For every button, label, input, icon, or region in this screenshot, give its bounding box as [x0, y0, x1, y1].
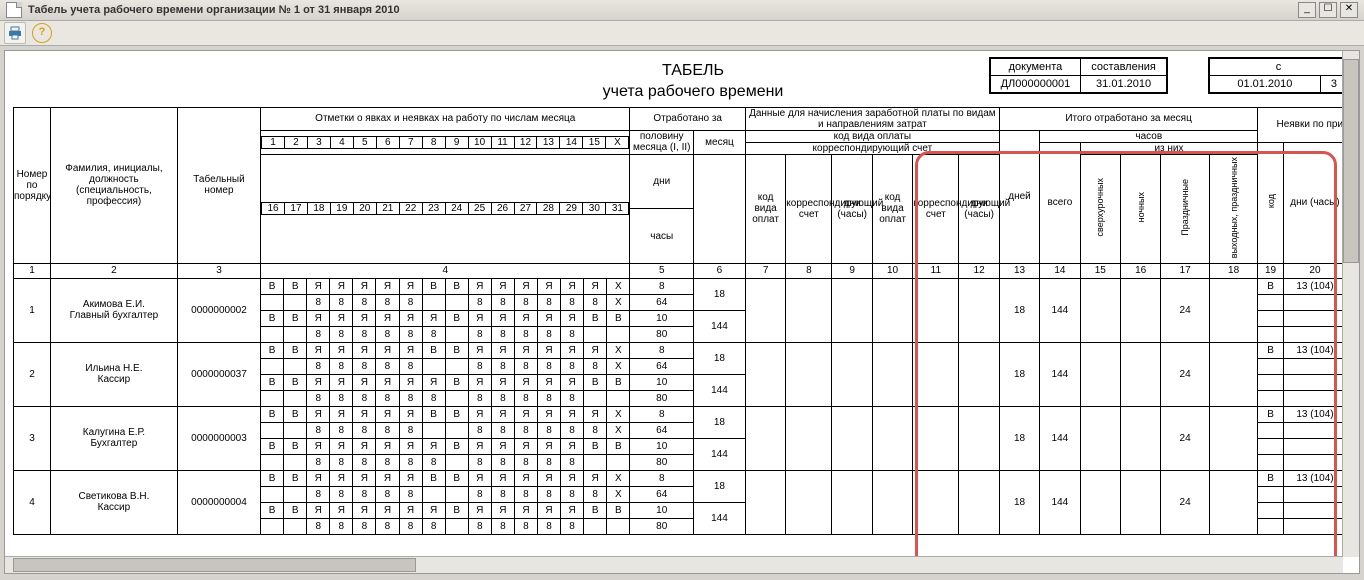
- comp-date-value: 31.01.2010: [1081, 76, 1167, 93]
- col-abs-days: дни (часы): [1283, 142, 1346, 263]
- col-hol: Праздничные: [1161, 154, 1209, 263]
- col-corr: корреспондирующий счет: [745, 142, 999, 154]
- table-row: 1Акимова Е.И.Главный бухгалтер0000000002…: [14, 278, 1361, 294]
- col-half: половину месяца (I, II): [630, 130, 693, 154]
- col-over: сверхурочных: [1080, 154, 1120, 263]
- col-payroll: Данные для начисления заработной платы п…: [745, 107, 999, 130]
- document-icon: [6, 2, 22, 18]
- timesheet-table: Номер по порядку Фамилия, инициалы, долж…: [13, 107, 1360, 535]
- table-row: 3Калугина Е.Р.Бухгалтер0000000003ВВЯЯЯЯЯ…: [14, 406, 1361, 422]
- col-total: Итого отработано за месяц: [999, 107, 1258, 130]
- col-abs-code: код: [1258, 142, 1283, 263]
- table-row: 2Ильина Н.Е.Кассир0000000037ВВЯЯЯЯЯВВЯЯЯ…: [14, 342, 1361, 358]
- col-marks: Отметки о явках и неявках на работу по ч…: [261, 107, 630, 130]
- col-number: Номер по порядку: [14, 107, 51, 263]
- col-hours: часы: [630, 209, 693, 264]
- close-button[interactable]: ✕: [1340, 2, 1358, 18]
- col-tabnum: Табельный номер: [177, 107, 260, 263]
- col-t-total: всего: [1040, 142, 1080, 263]
- document-viewport: документа составления ДЛ000000001 31.01.…: [4, 50, 1360, 574]
- col-c8b: корреспондирующий счет: [913, 154, 959, 263]
- col-hours-group: часов: [1040, 130, 1258, 142]
- col-days: дни: [630, 154, 693, 209]
- col-c9b: дни (часы): [959, 154, 999, 263]
- comp-date-label: составления: [1081, 59, 1167, 76]
- table-row: 4Светикова В.Н.Кассир0000000004ВВЯЯЯЯЯВВ…: [14, 470, 1361, 486]
- col-paycode: код вида оплаты: [745, 130, 999, 142]
- col-month: месяц: [693, 130, 745, 154]
- maximize-button[interactable]: ☐: [1319, 2, 1337, 18]
- col-c7a: код вида оплат: [745, 154, 785, 263]
- col-weekend: выходных, праздничных: [1209, 154, 1257, 263]
- col-t-days: дней: [999, 130, 1039, 263]
- day-numbers-1: 123456789101112131415X: [261, 130, 630, 154]
- help-button[interactable]: ?: [32, 23, 52, 43]
- window-title: Табель учета рабочего времени организаци…: [28, 0, 1295, 20]
- col-c8a: корреспондирующий счет: [786, 154, 832, 263]
- horizontal-scrollbar[interactable]: [5, 556, 1343, 573]
- period-from-value: 01.01.2010: [1209, 76, 1320, 93]
- col-worked: Отработано за: [630, 107, 745, 130]
- col-ofthem: из них: [1080, 142, 1258, 154]
- col-c7b: код вида оплат: [872, 154, 912, 263]
- title-bar: Табель учета рабочего времени организаци…: [0, 0, 1364, 21]
- doc-number-label: документа: [990, 59, 1081, 76]
- doc-number-value: ДЛ000000001: [990, 76, 1081, 93]
- printer-icon: [8, 26, 22, 40]
- day-numbers-2: 16171819202122232425262728293031: [261, 154, 630, 263]
- print-button[interactable]: [4, 22, 26, 44]
- minimize-button[interactable]: _: [1298, 2, 1316, 18]
- vertical-scrollbar[interactable]: [1342, 51, 1359, 557]
- header-boxes: документа составления ДЛ000000001 31.01.…: [989, 57, 1349, 94]
- col-fio: Фамилия, инициалы, должность (специально…: [50, 107, 177, 263]
- period-from-label: с: [1209, 59, 1347, 76]
- col-night: ночных: [1120, 154, 1160, 263]
- toolbar: ?: [0, 21, 1364, 46]
- col-c9a: дни (часы): [832, 154, 872, 263]
